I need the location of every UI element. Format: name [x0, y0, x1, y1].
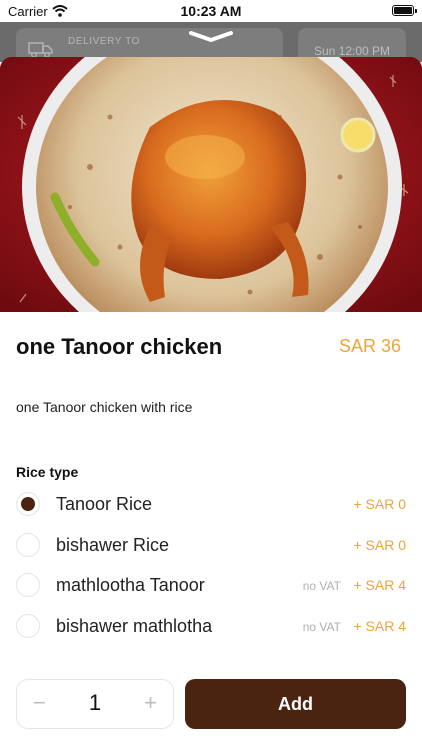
no-vat-note: no VAT: [302, 620, 341, 634]
option-name: Tanoor Rice: [56, 494, 153, 514]
add-to-cart-button[interactable]: Add: [185, 679, 406, 729]
product-image: [0, 57, 422, 312]
option-price: + SAR 4: [353, 577, 406, 593]
quantity-stepper: − 1 +: [16, 679, 174, 729]
option-name: bishawer mathlotha: [56, 616, 213, 636]
option-name: mathlootha Tanoor: [56, 575, 205, 595]
option-name: bishawer Rice: [56, 535, 170, 555]
radio-button[interactable]: [16, 614, 40, 638]
radio-button-selected[interactable]: [16, 492, 40, 516]
product-title: one Tanoor chicken: [16, 334, 223, 359]
option-row-bishawer-mathlotha[interactable]: bishawer mathlotha no VAT + SAR 4: [0, 607, 422, 647]
option-row-bishawer-rice[interactable]: bishawer Rice + SAR 0: [0, 526, 422, 566]
radio-button[interactable]: [16, 533, 40, 557]
radio-button[interactable]: [16, 573, 40, 597]
rice-type-label: Rice type: [16, 464, 79, 480]
delivery-time-label: Sun 12:00 PM: [313, 44, 391, 58]
option-row-tanoor-rice[interactable]: Tanoor Rice + SAR 0: [0, 485, 422, 525]
dismiss-chevron-icon[interactable]: [188, 30, 234, 49]
delivery-to-label: DELIVERY TO: [68, 36, 141, 47]
option-price: + SAR 4: [353, 618, 406, 634]
option-row-mathlootha-tanoor[interactable]: mathlootha Tanoor no VAT + SAR 4: [0, 566, 422, 606]
status-bar: Carrier 10:23 AM: [0, 0, 422, 22]
product-price: SAR 36: [338, 336, 401, 356]
battery-icon: [392, 5, 417, 16]
option-price: + SAR 0: [353, 496, 406, 512]
no-vat-note: no VAT: [302, 579, 341, 593]
product-description: one Tanoor chicken with rice: [16, 399, 193, 415]
status-time: 10:23 AM: [180, 3, 242, 19]
option-price: + SAR 0: [353, 537, 406, 553]
increase-quantity-button[interactable]: +: [144, 690, 157, 716]
